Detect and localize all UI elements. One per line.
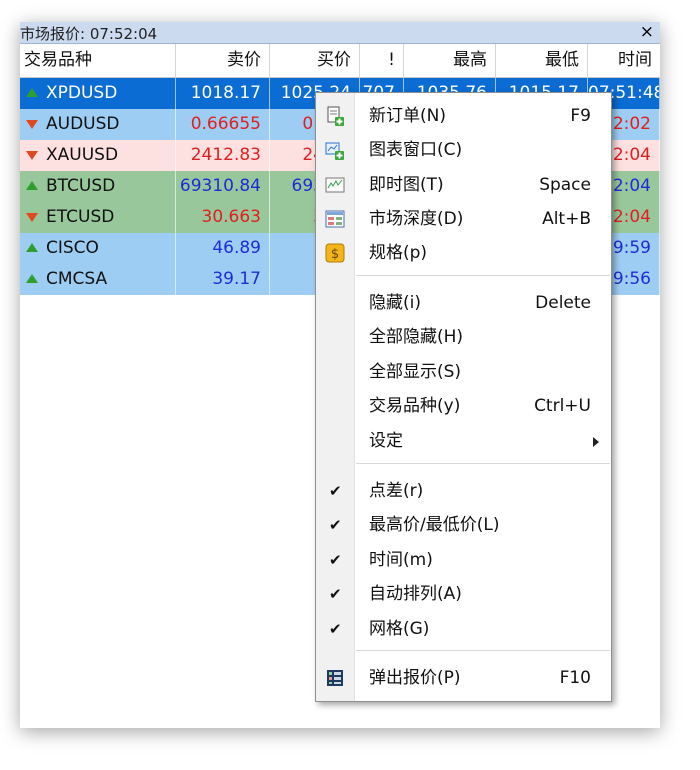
menu-item-time[interactable]: ✔ 时间(m) — [316, 543, 611, 577]
menu-separator — [356, 650, 610, 651]
menu-item-symbols[interactable]: 交易品种(y) Ctrl+U — [316, 389, 611, 423]
menu-item-label: 交易品种(y) — [369, 396, 461, 416]
cell-bid: 46.89 — [176, 233, 270, 264]
menu-item-label: 最高价/最低价(L) — [369, 515, 500, 535]
menu-item-label: 全部显示(S) — [369, 362, 462, 382]
context-menu: 新订单(N) F9 图表窗口(C) 即时图(T) Space 市场深度(D) Alt+B $ 规… — [315, 92, 612, 702]
menu-item-shortcut: Space — [539, 175, 591, 195]
chart-window-icon — [325, 140, 345, 160]
menu-item-popup-prices[interactable]: 弹出报价(P) F10 — [316, 661, 611, 695]
menu-item-shortcut: Ctrl+U — [534, 396, 591, 416]
menu-item-label: 弹出报价(P) — [369, 668, 461, 688]
menu-item-label: 隐藏(i) — [369, 293, 421, 313]
menu-item-tick-chart[interactable]: 即时图(T) Space — [316, 168, 611, 202]
column-header-high[interactable]: 最高 — [404, 44, 496, 77]
window-title: 市场报价: 07:52:04 — [20, 25, 158, 43]
menu-item-settings[interactable]: 设定 — [316, 424, 611, 458]
cell-bid: 2412.83 — [176, 140, 270, 171]
table-header: 交易品种 卖价 买价 ! 最高 最低 时间 — [20, 44, 660, 78]
cell-bid: 30.663 — [176, 202, 270, 233]
menu-item-shortcut: Alt+B — [542, 209, 591, 229]
menu-item-shortcut: F10 — [559, 668, 591, 688]
cell-symbol: AUDUSD — [20, 109, 176, 140]
menu-separator — [356, 275, 610, 276]
cell-symbol: XPDUSD — [20, 78, 176, 109]
tick-chart-icon — [325, 175, 345, 195]
menu-item-label: 自动排列(A) — [369, 584, 462, 604]
menu-item-high-low[interactable]: ✔ 最高价/最低价(L) — [316, 508, 611, 542]
menu-item-spread[interactable]: ✔ 点差(r) — [316, 474, 611, 508]
cell-bid: 0.66655 — [176, 109, 270, 140]
menu-item-market-depth[interactable]: 市场深度(D) Alt+B — [316, 202, 611, 236]
column-header-time[interactable]: 时间 — [588, 44, 660, 77]
menu-item-shortcut: F9 — [570, 106, 591, 126]
menu-item-label: 时间(m) — [369, 550, 433, 570]
cell-bid: 1018.17 — [176, 78, 270, 109]
menu-item-label: 网格(G) — [369, 619, 430, 639]
checkmark-icon: ✔ — [329, 585, 342, 603]
checkmark-icon: ✔ — [329, 551, 342, 569]
menu-item-show-all[interactable]: 全部显示(S) — [316, 355, 611, 389]
cell-symbol: CISCO — [20, 233, 176, 264]
market-depth-icon — [325, 209, 345, 229]
menu-item-label: 即时图(T) — [369, 175, 444, 195]
checkmark-icon: ✔ — [329, 620, 342, 638]
cell-symbol: CMCSA — [20, 264, 176, 295]
column-header-bid[interactable]: 卖价 — [176, 44, 270, 77]
menu-item-label: 新订单(N) — [369, 106, 446, 126]
submenu-arrow-icon — [593, 437, 599, 447]
menu-separator — [356, 463, 610, 464]
menu-item-label: 设定 — [369, 431, 403, 451]
title-bar: 市场报价: 07:52:04 × — [20, 22, 660, 44]
menu-item-label: 点差(r) — [369, 481, 424, 501]
menu-item-auto-arrange[interactable]: ✔ 自动排列(A) — [316, 577, 611, 611]
menu-item-new-order[interactable]: 新订单(N) F9 — [316, 99, 611, 133]
menu-item-hide[interactable]: 隐藏(i) Delete — [316, 286, 611, 320]
menu-item-chart-window[interactable]: 图表窗口(C) — [316, 133, 611, 167]
checkmark-icon: ✔ — [329, 482, 342, 500]
column-header-symbol[interactable]: 交易品种 — [20, 44, 176, 77]
menu-item-label: 市场深度(D) — [369, 209, 464, 229]
specification-icon: $ — [325, 243, 345, 263]
menu-item-hide-all[interactable]: 全部隐藏(H) — [316, 320, 611, 354]
column-header-low[interactable]: 最低 — [496, 44, 588, 77]
cell-bid: 39.17 — [176, 264, 270, 295]
close-icon[interactable]: × — [640, 22, 654, 43]
cell-symbol: ETCUSD — [20, 202, 176, 233]
cell-symbol: XAUUSD — [20, 140, 176, 171]
popup-prices-icon — [325, 668, 345, 688]
cell-bid: 69310.84 — [176, 171, 270, 202]
menu-item-grid[interactable]: ✔ 网格(G) — [316, 612, 611, 646]
column-header-ask[interactable]: 买价 — [270, 44, 360, 77]
menu-item-label: 图表窗口(C) — [369, 140, 463, 160]
menu-item-label: 规格(p) — [369, 243, 428, 263]
menu-item-label: 全部隐藏(H) — [369, 327, 464, 347]
column-header-spread[interactable]: ! — [360, 44, 404, 77]
menu-item-shortcut: Delete — [535, 293, 591, 313]
cell-symbol: BTCUSD — [20, 171, 176, 202]
checkmark-icon: ✔ — [329, 516, 342, 534]
new-order-icon — [325, 106, 345, 126]
menu-item-specification[interactable]: $ 规格(p) — [316, 236, 611, 270]
svg-text:$: $ — [331, 247, 339, 262]
